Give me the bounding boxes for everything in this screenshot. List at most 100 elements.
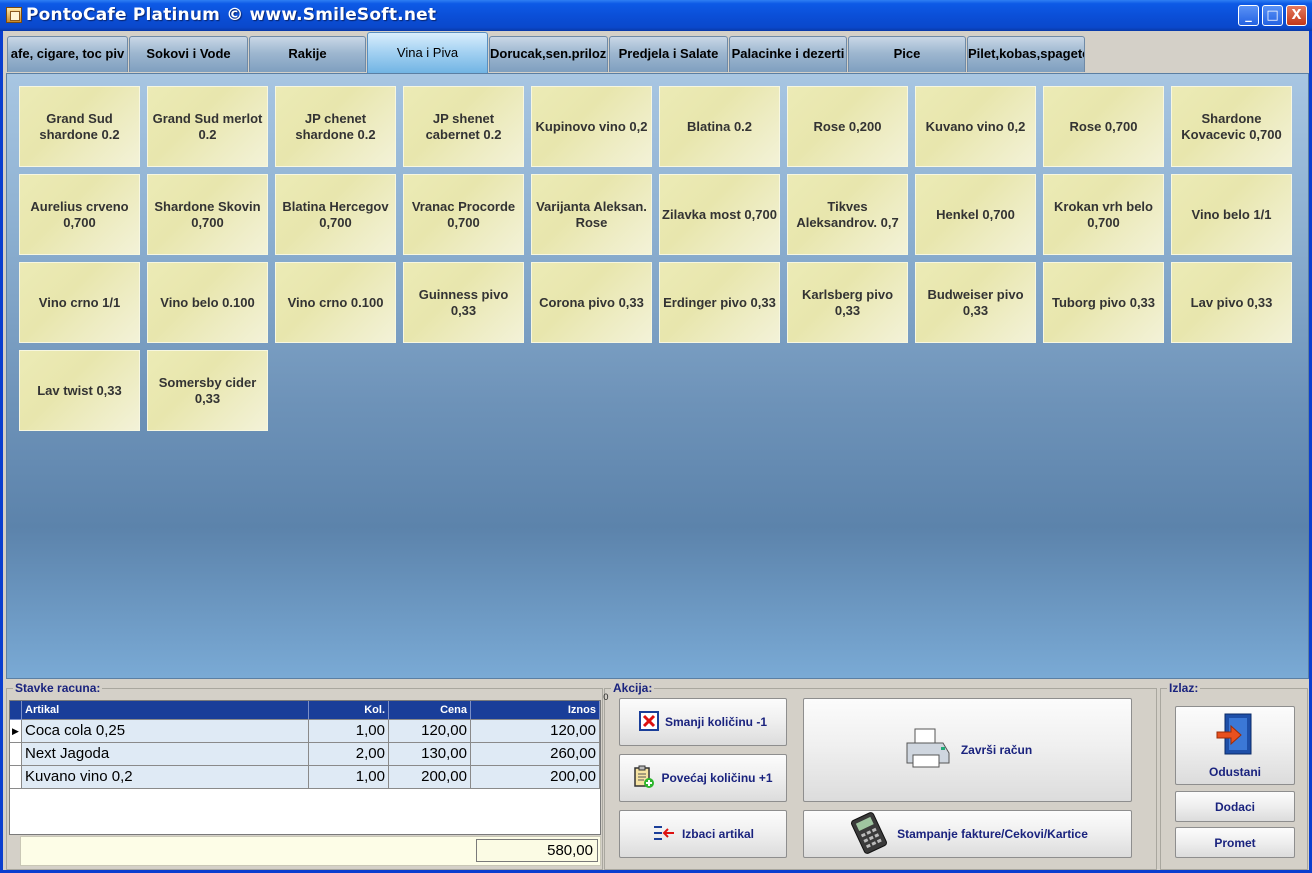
decrease-quantity-label: Smanji količinu -1 <box>664 715 768 729</box>
print-invoice-label: Stampanje fakture/Cekovi/Kartice <box>897 827 1088 841</box>
remove-item-label: Izbaci artikal <box>681 827 755 841</box>
close-button[interactable]: X <box>1286 5 1307 26</box>
title-bar[interactable]: PontoCafe Platinum © www.SmileSoft.net _… <box>0 0 1312 31</box>
product-button[interactable]: Krokan vrh belo 0,700 <box>1043 174 1164 255</box>
row-indicator <box>10 743 22 766</box>
increase-quantity-label: Povećaj količinu +1 <box>661 771 773 785</box>
decrease-quantity-button[interactable]: Smanji količinu -1 <box>619 698 787 746</box>
product-button[interactable]: JP chenet shardone 0.2 <box>275 86 396 167</box>
cell-iznos: 120,00 <box>471 720 600 743</box>
product-button[interactable]: Vino crno 0.100 <box>275 262 396 343</box>
product-button[interactable]: Aurelius crveno 0,700 <box>19 174 140 255</box>
column-header-cena[interactable]: Cena <box>389 701 471 720</box>
exit-door-icon <box>1215 712 1255 759</box>
extras-label: Dodaci <box>1214 799 1255 814</box>
grid-header: Artikal Kol. Cena Iznos <box>10 701 600 720</box>
table-row[interactable]: Kuvano vino 0,2 1,00 200,00 200,00 <box>10 766 600 789</box>
tab-cafe[interactable]: afe, cigare, toc piv <box>7 36 128 72</box>
product-button[interactable]: Henkel 0,700 <box>915 174 1036 255</box>
row-indicator <box>10 766 22 789</box>
product-button[interactable]: Vino belo 1/1 <box>1171 174 1292 255</box>
cell-artikal: Coca cola 0,25 <box>22 720 309 743</box>
product-button[interactable]: Karlsberg pivo 0,33 <box>787 262 908 343</box>
tab-pice[interactable]: Pice <box>848 36 966 72</box>
tab-vina-i-piva[interactable]: Vina i Piva <box>367 32 488 74</box>
cell-kol: 2,00 <box>309 743 389 766</box>
product-button[interactable]: Zilavka most 0,700 <box>659 174 780 255</box>
remove-x-icon <box>638 710 659 734</box>
cell-kol: 1,00 <box>309 720 389 743</box>
product-button[interactable]: Tikves Aleksandrov. 0,7 <box>787 174 908 255</box>
clipboard-add-icon <box>633 765 655 792</box>
product-button[interactable]: Kuvano vino 0,2 <box>915 86 1036 167</box>
window-title: PontoCafe Platinum © www.SmileSoft.net <box>26 5 437 25</box>
finish-bill-button[interactable]: Završi račun <box>803 698 1132 802</box>
products-panel: Grand Sud shardone 0.2 Grand Sud merlot … <box>6 73 1309 679</box>
product-button[interactable]: Blatina 0.2 <box>659 86 780 167</box>
product-button[interactable]: Erdinger pivo 0,33 <box>659 262 780 343</box>
cancel-label: Odustani <box>1208 765 1261 779</box>
cell-artikal: Next Jagoda <box>22 743 309 766</box>
printer-icon <box>903 727 951 774</box>
product-button[interactable]: Rose 0,200 <box>787 86 908 167</box>
app-icon <box>6 7 22 23</box>
cell-cena: 200,00 <box>389 766 471 789</box>
extras-button[interactable]: Dodaci <box>1175 791 1295 822</box>
product-button[interactable]: Vranac Procorde 0,700 <box>403 174 524 255</box>
bill-group-label: Stavke racuna: <box>13 681 103 695</box>
tab-pilet[interactable]: Pilet,kobas,spagete <box>967 36 1085 72</box>
product-button[interactable]: Guinness pivo 0,33 <box>403 262 524 343</box>
turnover-label: Promet <box>1214 835 1256 850</box>
product-button[interactable]: Corona pivo 0,33 <box>531 262 652 343</box>
product-button[interactable]: Varijanta Aleksan. Rose <box>531 174 652 255</box>
product-button[interactable]: Shardone Kovacevic 0,700 <box>1171 86 1292 167</box>
product-button[interactable]: Budweiser pivo 0,33 <box>915 262 1036 343</box>
actions-group-label: Akcija: <box>611 681 655 695</box>
zero-mark: 0 <box>603 693 609 703</box>
bill-grid[interactable]: Artikal Kol. Cena Iznos ▶ Coca cola 0,25… <box>9 700 601 835</box>
table-row[interactable]: Next Jagoda 2,00 130,00 260,00 <box>10 743 600 766</box>
product-button[interactable]: Somersby cider 0,33 <box>147 350 268 431</box>
cell-kol: 1,00 <box>309 766 389 789</box>
product-button[interactable]: Grand Sud merlot 0.2 <box>147 86 268 167</box>
product-button[interactable]: JP shenet cabernet 0.2 <box>403 86 524 167</box>
minimize-button[interactable]: _ <box>1238 5 1259 26</box>
cell-iznos: 260,00 <box>471 743 600 766</box>
cell-cena: 120,00 <box>389 720 471 743</box>
increase-quantity-button[interactable]: Povećaj količinu +1 <box>619 754 787 802</box>
cell-cena: 130,00 <box>389 743 471 766</box>
product-button[interactable]: Blatina Hercegov 0,700 <box>275 174 396 255</box>
finish-bill-label: Završi račun <box>960 743 1033 757</box>
column-header-kol[interactable]: Kol. <box>309 701 389 720</box>
tab-predjela[interactable]: Predjela i Salate <box>609 36 728 72</box>
product-button[interactable]: Lav pivo 0,33 <box>1171 262 1292 343</box>
exit-group-label: Izlaz: <box>1167 681 1201 695</box>
product-button[interactable]: Vino belo 0.100 <box>147 262 268 343</box>
product-button[interactable]: Grand Sud shardone 0.2 <box>19 86 140 167</box>
remove-row-icon <box>652 823 676 846</box>
product-button[interactable]: Tuborg pivo 0,33 <box>1043 262 1164 343</box>
column-header-iznos[interactable]: Iznos <box>471 701 600 720</box>
product-button[interactable]: Kupinovo vino 0,2 <box>531 86 652 167</box>
cell-iznos: 200,00 <box>471 766 600 789</box>
remove-item-button[interactable]: Izbaci artikal <box>619 810 787 858</box>
cancel-button[interactable]: Odustani <box>1175 706 1295 785</box>
cell-artikal: Kuvano vino 0,2 <box>22 766 309 789</box>
bill-total: 580,00 <box>476 839 598 862</box>
maximize-button[interactable]: □ <box>1262 5 1283 26</box>
product-button[interactable]: Rose 0,700 <box>1043 86 1164 167</box>
tab-rakije[interactable]: Rakije <box>249 36 366 72</box>
table-row[interactable]: ▶ Coca cola 0,25 1,00 120,00 120,00 <box>10 720 600 743</box>
product-button[interactable]: Lav twist 0,33 <box>19 350 140 431</box>
current-row-indicator: ▶ <box>10 720 22 743</box>
tab-sokovi[interactable]: Sokovi i Vode <box>129 36 248 72</box>
turnover-button[interactable]: Promet <box>1175 827 1295 858</box>
header-indicator <box>10 701 22 720</box>
product-button[interactable]: Shardone Skovin 0,700 <box>147 174 268 255</box>
product-button[interactable]: Vino crno 1/1 <box>19 262 140 343</box>
tab-palacinke[interactable]: Palacinke i dezerti <box>729 36 847 72</box>
column-header-artikal[interactable]: Artikal <box>22 701 309 720</box>
tab-dorucak[interactable]: Dorucak,sen.prilozi <box>489 36 608 72</box>
print-invoice-button[interactable]: Stampanje fakture/Cekovi/Kartice <box>803 810 1132 858</box>
category-tabs: afe, cigare, toc piv Sokovi i Vode Rakij… <box>3 31 1309 74</box>
